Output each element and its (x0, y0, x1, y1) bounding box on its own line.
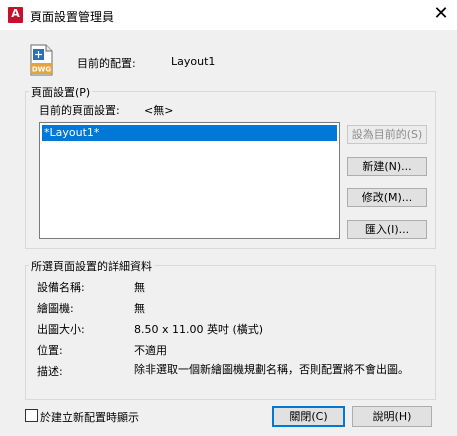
dwg-icon-text: DWG (32, 66, 52, 74)
show-on-new-layout-label[interactable]: 於建立新配置時顯示 (40, 409, 139, 425)
set-current-button[interactable]: 設為目前的(S) (347, 125, 427, 144)
location-value: 不適用 (134, 344, 167, 357)
page-setup-list[interactable]: *Layout1* (39, 122, 340, 239)
modify-button[interactable]: 修改(M)... (347, 188, 427, 207)
description-label: 描述: (37, 365, 63, 378)
current-page-setup-value: <無> (144, 104, 174, 117)
description-value: 除非選取一個新繪圖機規劃名稱，否則配置將不會出圖。 (134, 363, 409, 376)
current-layout-label: 目前的配置: (77, 57, 136, 70)
current-layout-value: Layout1 (171, 55, 216, 68)
page-setups-legend: 頁面設置(P) (29, 84, 93, 100)
dwg-file-icon: DWG (30, 44, 53, 76)
details-legend: 所選頁面設置的詳細資料 (29, 258, 154, 274)
plotter-value: 無 (134, 302, 145, 315)
location-label: 位置: (37, 344, 63, 357)
device-name-label: 設備名稱: (37, 281, 85, 294)
list-item[interactable]: *Layout1* (42, 125, 337, 141)
show-on-new-layout-checkbox[interactable] (25, 409, 38, 422)
current-page-setup-label: 目前的頁面設置: (39, 104, 120, 117)
close-icon[interactable]: ✕ (428, 3, 454, 27)
import-button[interactable]: 匯入(I)... (347, 220, 427, 239)
title-bar: A 頁面設置管理員 ✕ (0, 0, 457, 30)
plot-size-value: 8.50 x 11.00 英吋 (橫式) (134, 323, 264, 336)
plot-size-label: 出圖大小: (37, 323, 85, 336)
device-name-value: 無 (134, 281, 145, 294)
help-button[interactable]: 說明(H) (352, 406, 432, 427)
window-title: 頁面設置管理員 (30, 10, 115, 24)
new-button[interactable]: 新建(N)... (347, 157, 427, 176)
close-button[interactable]: 關閉(C) (272, 406, 345, 427)
plotter-label: 繪圖機: (37, 302, 74, 315)
autocad-app-icon: A (8, 7, 23, 23)
